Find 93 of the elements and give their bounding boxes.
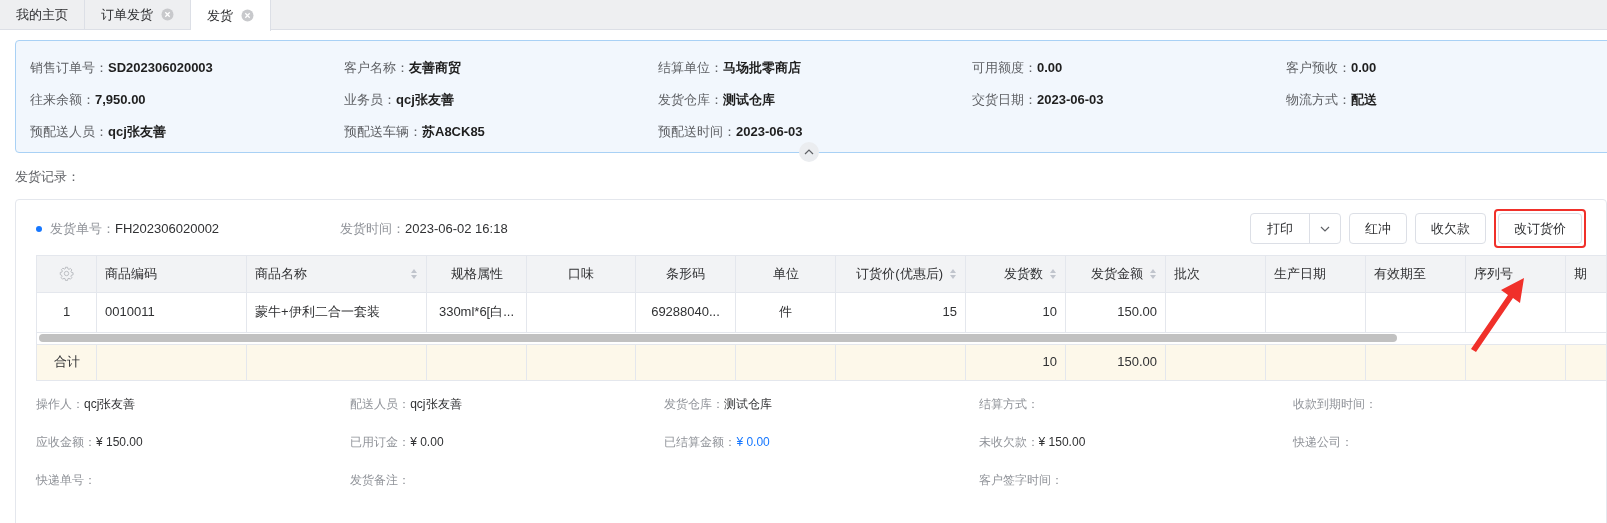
field-value: 马场批零商店 <box>723 59 801 78</box>
table-cell: 15 <box>835 292 966 332</box>
field-label: 发货单号： <box>50 219 115 238</box>
sort-icon[interactable] <box>1149 267 1157 280</box>
table-cell: 件 <box>735 292 836 332</box>
field-label: 已用订金： <box>350 433 411 451</box>
table-header: 生产日期 <box>1265 255 1366 292</box>
table-cell: 69288040... <box>635 292 736 332</box>
gear-icon[interactable] <box>59 266 74 281</box>
field-label: 预配送人员： <box>30 123 108 142</box>
field-value: 0.00 <box>1037 59 1063 78</box>
field-label: 应收金额： <box>36 433 96 451</box>
tab[interactable]: 我的主页 <box>0 0 85 29</box>
field-value: 苏A8CK85 <box>422 123 485 142</box>
field-label: 发货时间： <box>340 219 405 238</box>
field-label: 发货仓库： <box>658 91 723 110</box>
field-label: 物流方式： <box>1286 91 1351 110</box>
table-header: 商品编码 <box>96 255 247 292</box>
table-header: 口味 <box>526 255 636 292</box>
field-label: 结算方式： <box>978 395 1039 413</box>
field-value: 配送 <box>1351 91 1377 110</box>
field-value: ¥ 0.00 <box>410 433 444 451</box>
close-icon[interactable] <box>241 9 254 22</box>
field-label: 销售订单号： <box>30 59 108 78</box>
section-title: 发货记录： <box>15 168 81 186</box>
field-value: 0.00 <box>1351 59 1377 78</box>
table-header: 订货价(优惠后) <box>835 255 966 292</box>
field-label: 收款到期时间： <box>1292 395 1377 413</box>
table-cell: 10 <box>965 344 1066 380</box>
field-label: 往来余额： <box>30 91 95 110</box>
table-header: 规格属性 <box>426 255 527 292</box>
sort-icon[interactable] <box>949 267 957 280</box>
table-header: 条形码 <box>635 255 736 292</box>
action-button[interactable]: 收欠款 <box>1415 213 1486 244</box>
field-label: 客户签字时间： <box>978 471 1063 489</box>
print-split-button[interactable]: 打印 <box>1250 213 1341 244</box>
collapse-toggle[interactable] <box>799 142 819 162</box>
field-label: 结算单位： <box>658 59 723 78</box>
field-value: qcj张友善 <box>108 123 166 142</box>
field-label: 客户预收： <box>1286 59 1351 78</box>
sort-icon[interactable] <box>410 267 418 280</box>
field-value: 测试仓库 <box>724 395 773 413</box>
table-cell: 1 <box>36 292 97 332</box>
field-value: qcj张友善 <box>396 91 454 110</box>
field-value: 2023-06-03 <box>1037 91 1104 110</box>
field-label: 已结算金额： <box>664 433 737 451</box>
field-label: 预配送车辆： <box>344 123 422 142</box>
action-button[interactable]: 红冲 <box>1349 213 1407 244</box>
table-header: 有效期至 <box>1365 255 1466 292</box>
field-value: 7,950.00 <box>95 91 146 110</box>
table-cell: 330ml*6[白... <box>426 292 527 332</box>
close-icon[interactable] <box>161 8 174 21</box>
field-label: 发货仓库： <box>664 395 725 413</box>
field-label: 业务员： <box>344 91 396 110</box>
table-header: 商品名称 <box>246 255 427 292</box>
tab[interactable]: 发货 <box>191 0 271 31</box>
field-label: 交货日期： <box>972 91 1037 110</box>
field-value: qcj张友善 <box>84 395 136 413</box>
field-value: ¥ 0.00 <box>736 433 770 451</box>
chevron-up-icon <box>804 149 814 155</box>
field-value: 2023-06-02 16:18 <box>405 219 508 238</box>
table-header: 批次 <box>1165 255 1266 292</box>
field-label: 快递公司： <box>1292 433 1353 451</box>
field-label: 未收欠款： <box>978 433 1039 451</box>
table-header: 发货数 <box>965 255 1066 292</box>
field-value: qcj张友善 <box>410 395 462 413</box>
field-label: 预配送时间： <box>658 123 736 142</box>
table-header: 期 <box>1565 255 1606 292</box>
field-value: FH202306020002 <box>115 219 221 238</box>
field-label: 客户名称： <box>344 59 409 78</box>
field-value: SD202306020003 <box>108 59 213 78</box>
table-cell: 蒙牛+伊利二合一套装 <box>246 292 427 332</box>
field-label: 发货备注： <box>350 471 411 489</box>
table-cell: 10 <box>965 292 1066 332</box>
field-value: ¥ 150.00 <box>96 433 143 451</box>
field-value: 测试仓库 <box>723 91 775 110</box>
field-value: ¥ 150.00 <box>1038 433 1086 451</box>
field-label: 可用额度： <box>972 59 1037 78</box>
chevron-down-icon[interactable] <box>1320 225 1330 232</box>
field-label: 快递单号： <box>36 471 96 489</box>
table-cell: 150.00 <box>1065 292 1166 332</box>
table-cell: 合计 <box>36 344 97 380</box>
table-header: 发货金额 <box>1065 255 1166 292</box>
scrollbar[interactable] <box>39 334 1397 342</box>
field-label: 配送人员： <box>350 395 411 413</box>
field-label: 操作人： <box>36 395 84 413</box>
table-cell: 150.00 <box>1065 344 1166 380</box>
field-value: 2023-06-03 <box>736 123 803 142</box>
action-button[interactable]: 改订货价 <box>1498 213 1582 244</box>
sort-icon[interactable] <box>1049 267 1057 280</box>
table-header: 单位 <box>735 255 836 292</box>
field-value: 友善商贸 <box>409 59 461 78</box>
table-cell: 0010011 <box>96 292 247 332</box>
